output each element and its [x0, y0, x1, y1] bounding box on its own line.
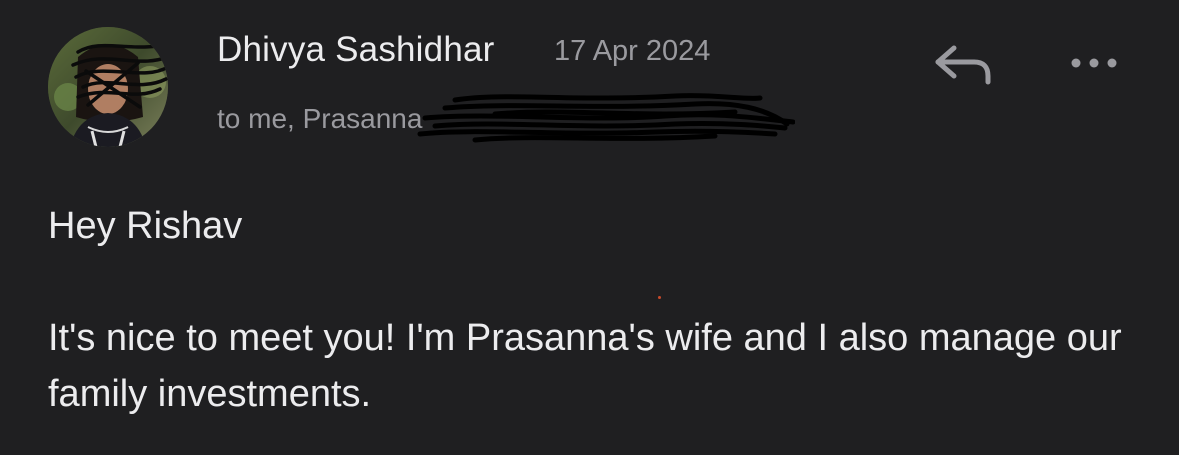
- message-paragraph: It's nice to meet you! I'm Prasanna's wi…: [48, 317, 1122, 415]
- sender-name[interactable]: Dhivya Sashidhar: [217, 30, 495, 70]
- avatar-photo: [48, 27, 168, 147]
- message-greeting: Hey Rishav: [48, 205, 243, 247]
- message-date: 17 Apr 2024: [554, 35, 711, 67]
- more-options-icon[interactable]: [1064, 46, 1124, 80]
- redaction-scribble: [417, 93, 795, 143]
- sender-avatar[interactable]: [48, 27, 168, 147]
- stray-dot: [658, 296, 661, 299]
- recipients-line[interactable]: to me, Prasanna: [217, 103, 427, 135]
- reply-icon[interactable]: [930, 38, 994, 88]
- message-body: Hey Rishav It's nice to meet you! I'm Pr…: [48, 198, 1158, 422]
